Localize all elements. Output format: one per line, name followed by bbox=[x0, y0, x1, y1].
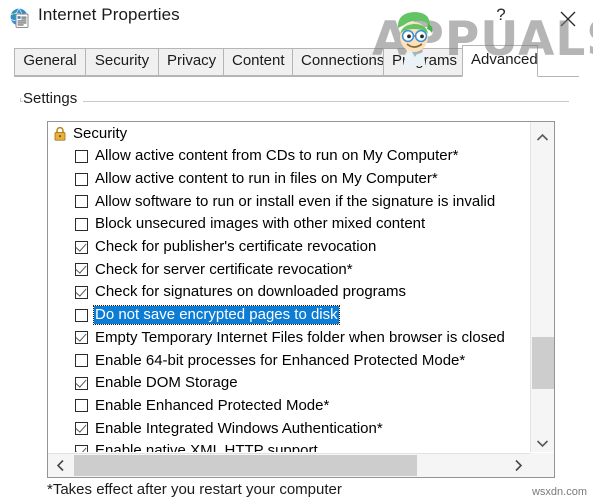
vertical-scrollbar-thumb[interactable] bbox=[532, 337, 554, 389]
horizontal-scrollbar[interactable] bbox=[48, 453, 530, 477]
settings-item[interactable]: Block unsecured images with other mixed … bbox=[48, 213, 530, 236]
checkbox[interactable] bbox=[75, 444, 88, 452]
tab-security[interactable]: Security bbox=[85, 48, 159, 76]
advanced-settings-listview[interactable]: Security Allow active content from CDs t… bbox=[47, 121, 555, 478]
checkbox[interactable] bbox=[75, 308, 88, 322]
scroll-left-button[interactable] bbox=[48, 454, 72, 477]
settings-item-label: Check for publisher's certificate revoca… bbox=[95, 238, 377, 256]
horizontal-scrollbar-thumb[interactable] bbox=[74, 455, 417, 476]
tab-connections[interactable]: Connections bbox=[292, 48, 384, 76]
checkbox[interactable] bbox=[75, 217, 88, 231]
settings-item-label: Allow active content from CDs to run on … bbox=[95, 147, 459, 165]
internet-properties-globe-icon bbox=[9, 7, 31, 29]
tab-programs[interactable]: Programs bbox=[383, 48, 463, 76]
tab-strip: General Security Privacy Content Connections… bbox=[0, 44, 593, 78]
checkbox[interactable] bbox=[75, 422, 88, 436]
checkbox[interactable] bbox=[75, 285, 88, 299]
tab-content[interactable]: Content bbox=[223, 48, 293, 76]
settings-item-label: Do not save encrypted pages to disk bbox=[93, 305, 340, 326]
listview-content: Security Allow active content from CDs t… bbox=[48, 122, 530, 452]
help-button[interactable]: ? bbox=[488, 2, 514, 28]
checkbox[interactable] bbox=[75, 195, 88, 209]
settings-item-label: Allow software to run or install even if… bbox=[95, 192, 496, 210]
tab-general[interactable]: General bbox=[14, 48, 86, 76]
checkbox[interactable] bbox=[75, 354, 88, 368]
settings-item-label: Enable DOM Storage bbox=[95, 374, 238, 392]
settings-item[interactable]: Check for publisher's certificate revoca… bbox=[48, 236, 530, 259]
settings-item-label: Enable 64-bit processes for Enhanced Pro… bbox=[95, 351, 466, 369]
settings-group-label: Settings bbox=[23, 90, 84, 107]
category-label: Security bbox=[73, 125, 128, 142]
scroll-up-button[interactable] bbox=[531, 122, 554, 146]
vertical-scrollbar[interactable] bbox=[530, 122, 554, 452]
close-button[interactable] bbox=[552, 2, 584, 30]
checkbox[interactable] bbox=[75, 149, 88, 163]
listview-category-security: Security bbox=[48, 122, 530, 145]
checkbox[interactable] bbox=[75, 263, 88, 277]
window-title: Internet Properties bbox=[38, 5, 180, 24]
title-bar: Internet Properties ? bbox=[0, 0, 593, 42]
settings-item-label: Enable native XML HTTP support bbox=[95, 442, 318, 452]
settings-group-line bbox=[20, 101, 569, 102]
scrollbar-corner bbox=[530, 453, 554, 477]
chevron-down-icon bbox=[536, 440, 549, 448]
settings-item[interactable]: Empty Temporary Internet Files folder wh… bbox=[48, 327, 530, 350]
site-watermark: wsxdn.com bbox=[531, 486, 587, 498]
settings-item[interactable]: Allow active content from CDs to run on … bbox=[48, 145, 530, 168]
settings-item[interactable]: Do not save encrypted pages to disk bbox=[48, 304, 530, 327]
settings-item-label: Empty Temporary Internet Files folder wh… bbox=[95, 328, 505, 346]
checkbox[interactable] bbox=[75, 376, 88, 390]
listview-viewport: Security Allow active content from CDs t… bbox=[48, 122, 530, 452]
chevron-left-icon bbox=[56, 459, 64, 472]
settings-item-label: Enable Enhanced Protected Mode* bbox=[95, 396, 330, 414]
restart-footnote: *Takes effect after you restart your com… bbox=[47, 481, 342, 498]
settings-group-line-left bbox=[20, 98, 21, 102]
checkbox[interactable] bbox=[75, 331, 88, 345]
checkbox[interactable] bbox=[75, 172, 88, 186]
chevron-right-icon bbox=[514, 459, 522, 472]
settings-item[interactable]: Enable DOM Storage bbox=[48, 372, 530, 395]
settings-item[interactable]: Allow active content to run in files on … bbox=[48, 168, 530, 191]
close-icon bbox=[560, 11, 576, 26]
checkbox[interactable] bbox=[75, 399, 88, 413]
settings-item-label: Block unsecured images with other mixed … bbox=[95, 215, 426, 233]
settings-item-label: Allow active content to run in files on … bbox=[95, 170, 438, 188]
settings-item[interactable]: Check for server certificate revocation* bbox=[48, 258, 530, 281]
settings-item[interactable]: Allow software to run or install even if… bbox=[48, 190, 530, 213]
settings-item-label: Check for server certificate revocation* bbox=[95, 260, 353, 278]
settings-item[interactable]: Enable Enhanced Protected Mode* bbox=[48, 395, 530, 418]
scroll-right-button[interactable] bbox=[506, 454, 530, 477]
tab-privacy[interactable]: Privacy bbox=[158, 48, 224, 76]
settings-item-label: Enable Integrated Windows Authentication… bbox=[95, 419, 383, 437]
settings-item[interactable]: Check for signatures on downloaded progr… bbox=[48, 281, 530, 304]
tab-advanced[interactable]: Advanced bbox=[462, 45, 538, 77]
checkbox[interactable] bbox=[75, 240, 88, 254]
internet-properties-dialog: Internet Properties ? General Security Pri… bbox=[0, 0, 593, 502]
settings-item[interactable]: Enable native XML HTTP support bbox=[48, 440, 530, 452]
padlock-icon bbox=[53, 126, 67, 141]
settings-item[interactable]: Enable Integrated Windows Authentication… bbox=[48, 417, 530, 440]
scroll-down-button[interactable] bbox=[531, 428, 554, 452]
chevron-up-icon bbox=[536, 133, 549, 141]
settings-item[interactable]: Enable 64-bit processes for Enhanced Pro… bbox=[48, 349, 530, 372]
settings-item-label: Check for signatures on downloaded progr… bbox=[95, 283, 407, 301]
